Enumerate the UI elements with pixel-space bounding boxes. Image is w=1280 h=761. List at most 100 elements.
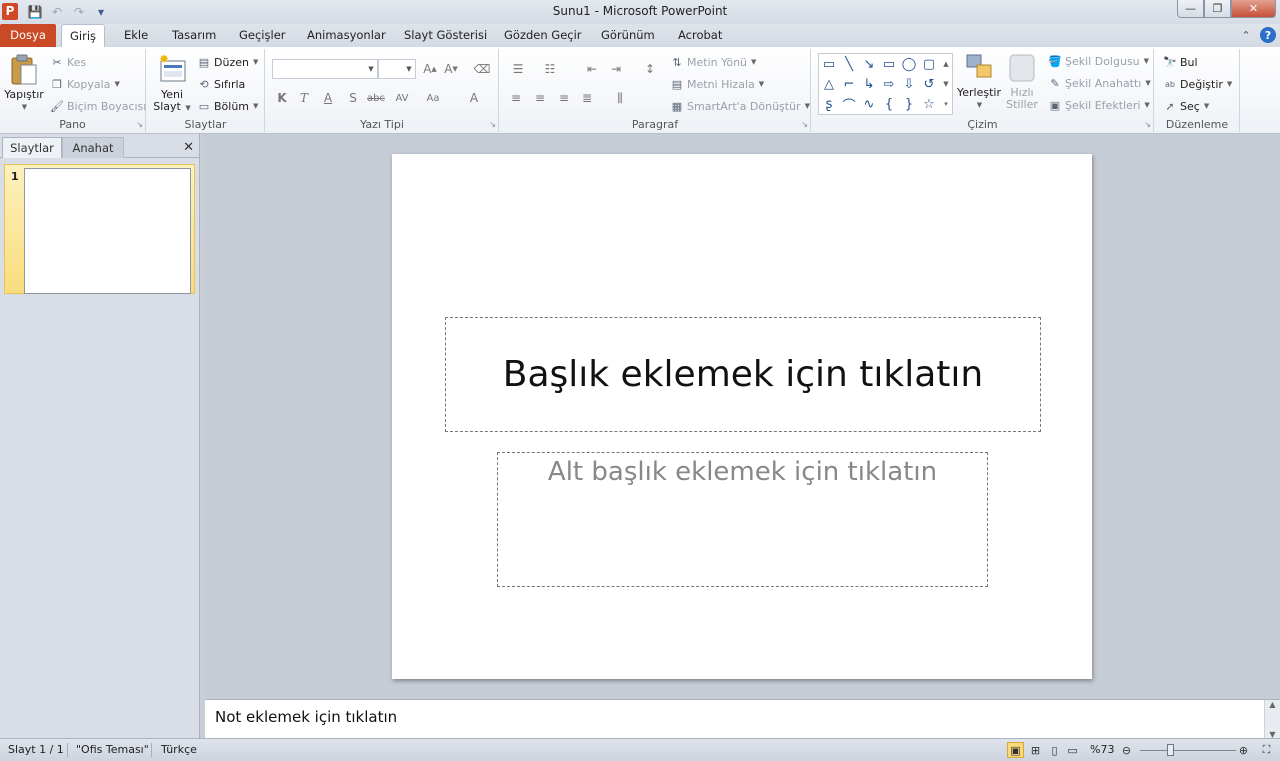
align-right-icon[interactable]: ≡ <box>554 89 574 107</box>
layout-button[interactable]: ▤ Düzen ▼ <box>197 53 259 71</box>
drawing-launcher-icon[interactable]: ↘ <box>1144 120 1151 129</box>
slide-sorter-view-icon[interactable]: ⊞ <box>1027 742 1044 758</box>
font-launcher-icon[interactable]: ↘ <box>489 120 496 129</box>
font-color-icon[interactable]: A <box>464 89 484 107</box>
tab-file[interactable]: Dosya <box>0 24 56 47</box>
tab-transitions[interactable]: Geçişler <box>231 24 294 47</box>
oval-shape-icon[interactable]: ◯ <box>901 56 917 72</box>
slide-thumbnail[interactable] <box>24 168 191 294</box>
decrease-indent-icon[interactable]: ⇤ <box>582 60 602 78</box>
arrange-button[interactable]: Yerleştir ▼ <box>957 51 1001 111</box>
align-left-icon[interactable]: ≡ <box>506 89 526 107</box>
tab-insert[interactable]: Ekle <box>116 24 156 47</box>
freeform-shape-icon[interactable]: ʂ <box>821 96 837 112</box>
notes-placeholder[interactable]: Not eklemek için tıklatın <box>215 708 397 726</box>
gallery-more-icon[interactable]: ▾ <box>940 96 952 112</box>
font-name-combo[interactable]: ▼ <box>272 59 378 79</box>
clear-formatting-icon[interactable]: ⌫ <box>472 60 492 78</box>
font-size-dropdown-icon[interactable]: ▼ <box>403 60 415 78</box>
shape-effects-button[interactable]: ▣ Şekil Efektleri ▼ <box>1048 96 1150 114</box>
find-button[interactable]: 🔭 Bul <box>1163 53 1197 71</box>
tab-animations[interactable]: Animasyonlar <box>299 24 394 47</box>
reset-button[interactable]: ⟲ Sıfırla <box>197 75 245 93</box>
tab-home[interactable]: Giriş <box>61 24 106 47</box>
subtitle-placeholder[interactable]: Alt başlık eklemek için tıklatın <box>497 452 988 587</box>
italic-icon[interactable]: T <box>294 89 314 107</box>
right-brace-shape-icon[interactable]: } <box>901 96 917 112</box>
triangle-shape-icon[interactable]: △ <box>821 76 837 92</box>
clipboard-launcher-icon[interactable]: ↘ <box>136 120 143 129</box>
justify-icon[interactable]: ≣ <box>577 89 597 107</box>
numbering-icon[interactable]: ☷ <box>540 60 560 78</box>
slide-thumbnail-item[interactable]: 1 <box>4 164 195 294</box>
language[interactable]: Türkçe <box>161 743 197 756</box>
gallery-up-icon[interactable]: ▲ <box>940 56 952 72</box>
tab-view[interactable]: Görünüm <box>593 24 663 47</box>
line-shape-icon[interactable]: ╲ <box>841 56 857 72</box>
fit-to-window-icon[interactable]: ⛶ <box>1258 742 1275 758</box>
font-size-combo[interactable]: ▼ <box>378 59 416 79</box>
paragraph-launcher-icon[interactable]: ↘ <box>801 120 808 129</box>
minimize-button[interactable]: — <box>1177 0 1204 18</box>
character-spacing-icon[interactable]: AV <box>392 89 412 107</box>
elbow-connector-icon[interactable]: ⌐ <box>841 76 857 92</box>
cut-button[interactable]: ✂ Kes <box>50 53 86 71</box>
gallery-down-icon[interactable]: ▼ <box>940 76 952 92</box>
text-direction-button[interactable]: ⇅ Metin Yönü ▼ <box>670 53 756 71</box>
new-slide-button[interactable]: ✸ Yeni Slayt ▼ <box>153 52 191 114</box>
increase-indent-icon[interactable]: ⇥ <box>606 60 626 78</box>
notes-scrollbar[interactable]: ▲ ▼ <box>1264 700 1280 739</box>
copy-button[interactable]: ❐ Kopyala ▼ <box>50 75 120 93</box>
bullets-icon[interactable]: ☰ <box>508 60 528 78</box>
strikethrough-icon[interactable]: abc <box>366 89 386 107</box>
close-button[interactable]: ✕ <box>1231 0 1276 18</box>
grow-font-icon[interactable]: A ▲ <box>420 60 440 78</box>
shapes-gallery[interactable]: ▭ ╲ ↘ ▭ ◯ ▢ △ ⌐ ↳ ⇨ ⇩ ↺ ʂ ⌒ ∿ { } ☆ ▲ ▼ … <box>818 53 953 115</box>
arc-shape-icon[interactable]: ⌒ <box>841 96 857 114</box>
tab-slide-show[interactable]: Slayt Gösterisi <box>396 24 495 47</box>
callout-shape-icon[interactable]: ↺ <box>921 76 937 92</box>
change-case-icon[interactable]: Aa <box>423 89 443 107</box>
tab-acrobat[interactable]: Acrobat <box>670 24 730 47</box>
left-brace-shape-icon[interactable]: { <box>881 96 897 112</box>
quick-styles-button[interactable]: Hızlı Stiller <box>1002 51 1042 111</box>
right-arrow-shape-icon[interactable]: ⇨ <box>881 76 897 92</box>
slide-canvas[interactable]: Başlık eklemek için tıklatın Alt başlık … <box>392 154 1092 679</box>
tab-review[interactable]: Gözden Geçir <box>496 24 590 47</box>
slide-show-view-icon[interactable]: ▭ <box>1064 742 1081 758</box>
shrink-font-icon[interactable]: A ▼ <box>441 60 461 78</box>
minimize-ribbon-icon[interactable]: ⌃ <box>1238 27 1254 43</box>
maximize-button[interactable]: ❐ <box>1204 0 1231 18</box>
paste-dropdown-icon[interactable]: ▼ <box>22 101 27 113</box>
help-icon[interactable]: ? <box>1260 27 1276 43</box>
zoom-in-icon[interactable]: ⊕ <box>1235 742 1252 758</box>
shape-outline-button[interactable]: ✎ Şekil Anahattı ▼ <box>1048 74 1150 92</box>
rectangle-shape-icon[interactable]: ▭ <box>881 56 897 72</box>
close-pane-icon[interactable]: ✕ <box>183 140 194 155</box>
scroll-up-icon[interactable]: ▲ <box>1269 700 1275 709</box>
section-button[interactable]: ▭ Bölüm ▼ <box>197 97 259 115</box>
zoom-level[interactable]: %73 <box>1090 743 1114 756</box>
rounded-rect-shape-icon[interactable]: ▢ <box>921 56 937 72</box>
elbow-arrow-connector-icon[interactable]: ↳ <box>861 76 877 92</box>
zoom-out-icon[interactable]: ⊖ <box>1118 742 1135 758</box>
arrow-line-shape-icon[interactable]: ↘ <box>861 56 877 72</box>
notes-pane[interactable]: Not eklemek için tıklatın ▲ ▼ <box>205 699 1280 739</box>
tab-slides[interactable]: Slaytlar <box>2 137 62 158</box>
curve-shape-icon[interactable]: ∿ <box>861 96 877 112</box>
tab-outline[interactable]: Anahat <box>62 137 124 158</box>
align-text-button[interactable]: ▤ Metni Hizala ▼ <box>670 75 764 93</box>
underline-icon[interactable]: A <box>318 89 338 107</box>
zoom-slider-thumb[interactable] <box>1167 744 1174 756</box>
smartart-button[interactable]: ▦ SmartArt'a Dönüştür ▼ <box>670 97 810 115</box>
replace-button[interactable]: ab Değiştir ▼ <box>1163 75 1232 93</box>
down-arrow-shape-icon[interactable]: ⇩ <box>901 76 917 92</box>
tab-design[interactable]: Tasarım <box>164 24 224 47</box>
textbox-shape-icon[interactable]: ▭ <box>821 56 837 72</box>
paste-button[interactable]: Yapıştır ▼ <box>4 53 44 113</box>
format-painter-button[interactable]: 🖌 Biçim Boyacısı <box>50 97 146 115</box>
star-shape-icon[interactable]: ☆ <box>921 96 937 112</box>
font-name-dropdown-icon[interactable]: ▼ <box>365 60 377 78</box>
normal-view-icon[interactable]: ▣ <box>1007 742 1024 758</box>
align-center-icon[interactable]: ≡ <box>530 89 550 107</box>
